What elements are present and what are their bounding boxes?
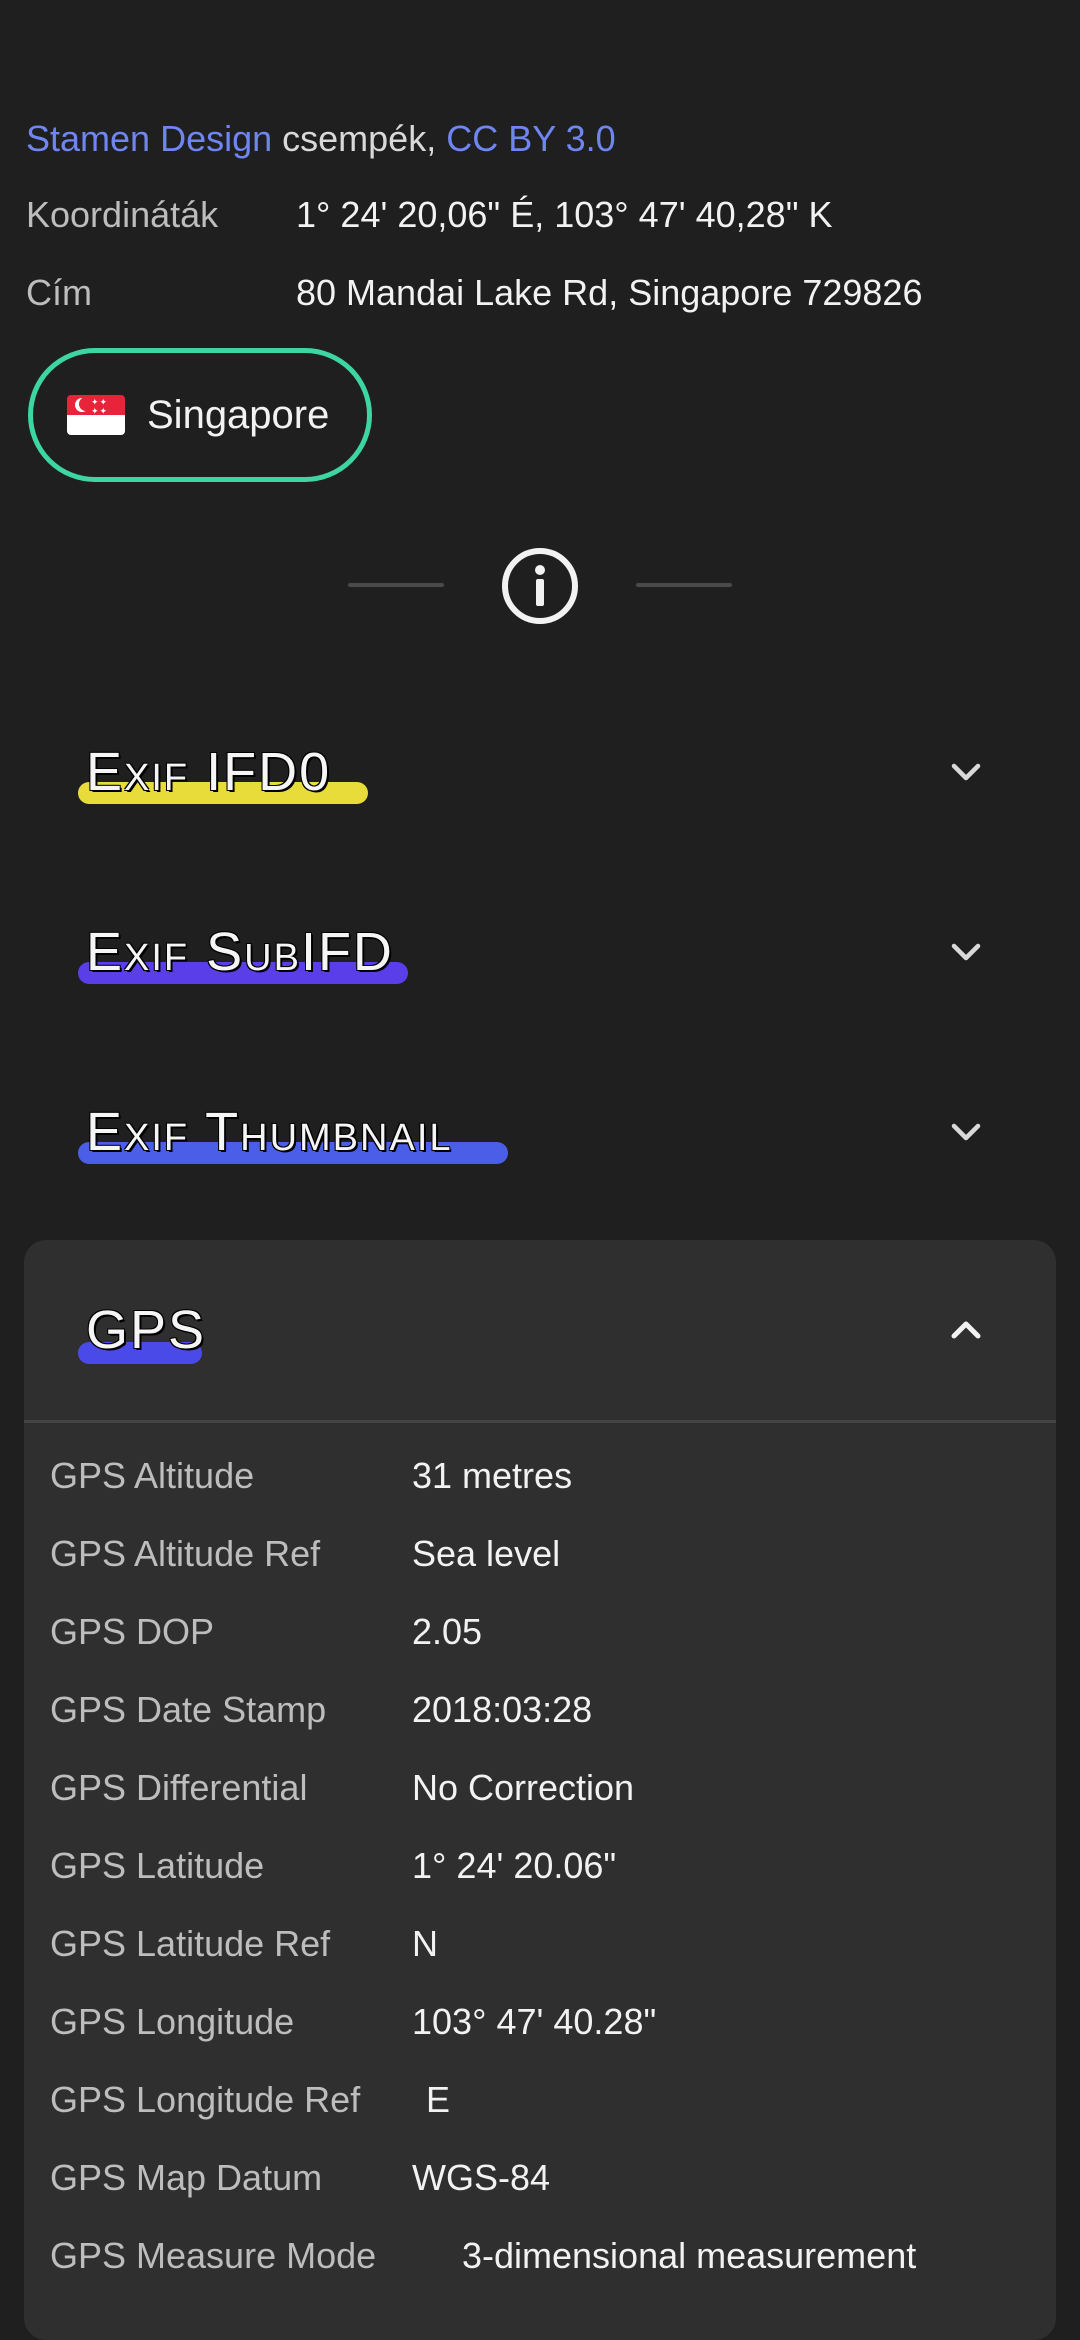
country-chip[interactable]: ✦✦ ✦✦ Singapore <box>28 348 372 482</box>
gps-row-value[interactable]: E <box>412 2079 450 2121</box>
gps-row: GPS Differential No Correction <box>50 1749 1056 1827</box>
chevron-down-icon <box>951 943 981 961</box>
gps-row: GPS Measure Mode 3-dimensional measuremen… <box>50 2217 1056 2295</box>
chevron-down-icon <box>951 763 981 781</box>
map-attribution: Stamen Design csempék, CC BY 3.0 <box>26 118 616 160</box>
gps-row-value[interactable]: 3-dimensional measurement <box>412 2235 916 2277</box>
gps-row-value[interactable]: 2.05 <box>412 1611 482 1653</box>
gps-row-value[interactable]: WGS-84 <box>412 2157 550 2199</box>
gps-row-key: GPS Longitude Ref <box>50 2079 361 2120</box>
gps-row-key: GPS Longitude <box>50 2001 295 2042</box>
section-exif-thumbnail[interactable]: Exif Thumbnail <box>24 1057 1056 1207</box>
gps-row-key: GPS Altitude <box>50 1455 255 1496</box>
coordinates-label: Koordináták <box>26 194 219 235</box>
gps-row-value[interactable]: 2018:03:28 <box>412 1689 592 1731</box>
gps-row: GPS Latitude 1° 24' 20.06" <box>50 1827 1056 1905</box>
section-title-exif-ifd0: Exif IFD0 <box>86 742 332 802</box>
gps-row-value[interactable]: 31 metres <box>412 1455 572 1497</box>
singapore-flag-icon: ✦✦ ✦✦ <box>67 395 125 435</box>
gps-row-key: GPS Differential <box>50 1767 308 1808</box>
gps-row-key: GPS Latitude Ref <box>50 1923 331 1964</box>
gps-row: GPS Longitude 103° 47' 40.28" <box>50 1983 1056 2061</box>
coordinates-row: Koordináták 1° 24' 20,06" É, 103° 47' 40… <box>26 185 832 245</box>
attribution-text: csempék, <box>272 118 447 159</box>
section-exif-ifd0[interactable]: Exif IFD0 <box>24 697 1056 847</box>
gps-row: GPS Map Datum WGS-84 <box>50 2139 1056 2217</box>
gps-row: GPS DOP 2.05 <box>50 1593 1056 1671</box>
gps-row-key: GPS DOP <box>50 1611 215 1652</box>
gps-row-value[interactable]: Sea level <box>412 1533 560 1575</box>
gps-row-value[interactable]: 103° 47' 40.28" <box>412 2001 656 2043</box>
gps-section-card: GPS GPS Altitude 31 metres GPS Altitude Re… <box>24 1240 1056 2340</box>
gps-key-value-list: GPS Altitude 31 metres GPS Altitude Ref Sea… <box>24 1423 1056 2295</box>
coordinates-value[interactable]: 1° 24' 20,06" É, 103° 47' 40,28" K <box>296 194 832 236</box>
info-icon <box>502 548 578 624</box>
section-gps-header[interactable]: GPS <box>24 1240 1056 1423</box>
divider-right <box>636 583 732 587</box>
chevron-down-icon <box>951 1123 981 1141</box>
section-title-exif-thumbnail: Exif Thumbnail <box>86 1102 453 1162</box>
section-exif-subifd[interactable]: Exif SubIFD <box>24 877 1056 1027</box>
gps-row-key: GPS Date Stamp <box>50 1689 327 1730</box>
gps-row-key: GPS Measure Mode <box>50 2235 377 2276</box>
gps-row-value[interactable]: No Correction <box>412 1767 634 1809</box>
section-title-exif-subifd: Exif SubIFD <box>86 922 394 982</box>
address-row: Cím 80 Mandai Lake Rd, Singapore 729826 <box>26 263 922 323</box>
gps-row: GPS Latitude Ref N <box>50 1905 1056 1983</box>
chevron-up-icon <box>951 1321 981 1339</box>
gps-row-value[interactable]: 1° 24' 20.06" <box>412 1845 616 1887</box>
gps-row: GPS Altitude 31 metres <box>50 1437 1056 1515</box>
stamen-design-link[interactable]: Stamen Design <box>26 118 272 159</box>
gps-row-key: GPS Map Datum <box>50 2157 323 2198</box>
license-link[interactable]: CC BY 3.0 <box>446 118 615 159</box>
gps-row: GPS Altitude Ref Sea level <box>50 1515 1056 1593</box>
section-title-gps: GPS <box>86 1300 207 1360</box>
address-label: Cím <box>26 272 92 313</box>
gps-row: GPS Date Stamp 2018:03:28 <box>50 1671 1056 1749</box>
country-chip-label: Singapore <box>147 392 330 437</box>
gps-row-key: GPS Latitude <box>50 1845 265 1886</box>
divider-left <box>348 583 444 587</box>
gps-row-key: GPS Altitude Ref <box>50 1533 321 1574</box>
address-value[interactable]: 80 Mandai Lake Rd, Singapore 729826 <box>296 272 922 314</box>
gps-row: GPS Longitude Ref E <box>50 2061 1056 2139</box>
gps-row-value[interactable]: N <box>412 1923 438 1965</box>
